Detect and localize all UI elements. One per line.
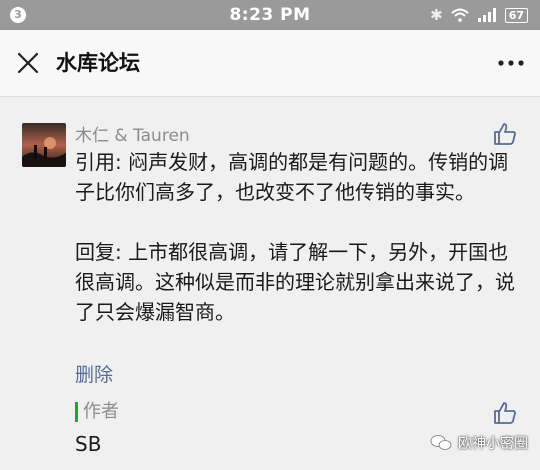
author-reply-text: SB [75, 432, 102, 456]
wechat-icon [430, 435, 452, 450]
status-icons: ✱ 67 [430, 6, 528, 24]
signal-icon [477, 8, 496, 22]
watermark-text: 欧神小密圈 [458, 436, 528, 452]
close-icon[interactable] [14, 49, 42, 77]
wifi-icon [451, 8, 469, 22]
bluetooth-icon: ✱ [430, 6, 443, 24]
like-icon[interactable] [492, 400, 518, 426]
comment-area: 木仁 & Tauren 引用: 闷声发财，高调的都是有问题的。传销的调子比你们高… [0, 97, 540, 470]
author-reply-label: 作者 [75, 402, 119, 422]
page-title: 水库论坛 [56, 51, 140, 75]
status-bar: 3 8:23 PM ✱ 67 [0, 0, 540, 30]
battery-icon: 67 [504, 7, 528, 23]
avatar[interactable] [22, 123, 66, 167]
nav-bar: 水库论坛 [0, 30, 540, 97]
comment-quote: 引用: 闷声发财，高调的都是有问题的。传销的调子比你们高多了，也改变不了他传销的… [75, 150, 509, 204]
comment-body: 引用: 闷声发财，高调的都是有问题的。传销的调子比你们高多了，也改变不了他传销的… [75, 147, 520, 327]
comment-author: 木仁 & Tauren [75, 126, 190, 146]
delete-link[interactable]: 删除 [75, 360, 113, 387]
like-icon[interactable] [492, 121, 518, 147]
more-icon[interactable] [496, 51, 526, 75]
watermark: 欧神小密圈 [430, 433, 528, 453]
comment-reply: 回复: 上市都很高调，请了解一下，另外，开国也很高调。这种似是而非的理论就别拿出… [75, 240, 515, 324]
